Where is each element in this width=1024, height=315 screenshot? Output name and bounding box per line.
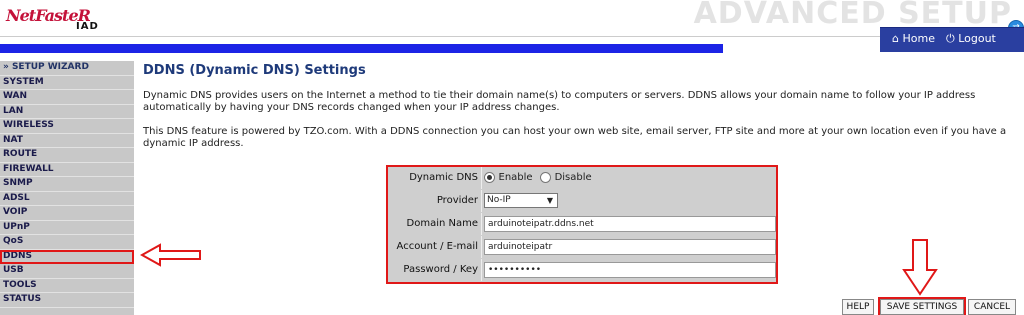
enable-radio[interactable] [484, 171, 495, 183]
provider-select-value: No-IP [487, 195, 511, 205]
logout-icon: ⏻ [946, 32, 955, 45]
enable-radio-label[interactable]: Enable [499, 172, 533, 183]
row-separator [481, 167, 482, 189]
sidebar-item-wan[interactable]: WAN [0, 90, 134, 105]
top-nav: ⌂ Home ⏻ Logout [880, 27, 1024, 52]
account-email-label: Account / E-mail [396, 241, 478, 252]
help-button[interactable]: HELP [842, 299, 874, 315]
provider-row: Provider No-IP ▼ [388, 190, 776, 212]
header-divider [0, 36, 1024, 37]
sidebar-item-voip[interactable]: VOIP [0, 206, 134, 221]
provider-select-box[interactable]: No-IP ▼ [484, 193, 558, 208]
page-title: DDNS (Dynamic DNS) Settings [143, 63, 366, 78]
domain-name-label: Domain Name [406, 218, 478, 229]
home-icon: ⌂ [892, 32, 899, 45]
disable-radio-label[interactable]: Disable [555, 172, 592, 183]
sidebar-item-snmp[interactable]: SNMP [0, 177, 134, 192]
sidebar-item-setup-wizard[interactable]: » SETUP WIZARD [0, 61, 134, 76]
sidebar-item-route[interactable]: ROUTE [0, 148, 134, 163]
domain-name-input[interactable]: arduinoteipatr.ddns.net [484, 216, 776, 232]
sidebar-item-nat[interactable]: NAT [0, 134, 134, 148]
dynamic-dns-radios: Enable Disable [484, 170, 596, 183]
dynamic-dns-row: Dynamic DNS Enable Disable [388, 167, 776, 189]
account-email-input[interactable]: arduinoteipatr [484, 239, 776, 255]
sidebar-item-upnp[interactable]: UPnP [0, 221, 134, 235]
ddns-settings-form: Dynamic DNS Enable Disable Provider No-I… [386, 165, 778, 284]
row-separator [481, 213, 482, 235]
sidebar-item-qos[interactable]: QoS [0, 235, 134, 250]
sidebar-item-wireless[interactable]: WIRELESS [0, 119, 134, 134]
netfaster-logo: NetFasteR IAD [6, 6, 134, 32]
home-link[interactable]: ⌂ Home [892, 32, 935, 45]
sidebar: » SETUP WIZARD SYSTEM WAN LAN WIRELESS N… [0, 61, 134, 315]
sidebar-item-ddns[interactable]: DDNS [0, 249, 134, 264]
tzo-description: This DNS feature is powered by TZO.com. … [143, 126, 1007, 149]
dynamic-dns-label: Dynamic DNS [409, 172, 478, 183]
cancel-button[interactable]: CANCEL [968, 299, 1016, 315]
logo-sub-text: IAD [76, 21, 99, 32]
password-row: Password / Key •••••••••• [388, 259, 776, 281]
logout-link-label: Logout [958, 32, 996, 45]
account-row: Account / E-mail arduinoteipatr [388, 236, 776, 258]
sidebar-item-tools[interactable]: TOOLS [0, 279, 134, 293]
sidebar-item-system[interactable]: SYSTEM [0, 76, 134, 90]
domain-row: Domain Name arduinoteipatr.ddns.net [388, 213, 776, 235]
password-key-label: Password / Key [403, 264, 478, 275]
sidebar-item-firewall[interactable]: FIREWALL [0, 163, 134, 177]
password-key-wrap: •••••••••• [484, 262, 776, 278]
sidebar-item-status[interactable]: STATUS [0, 293, 134, 308]
sidebar-item-adsl[interactable]: ADSL [0, 192, 134, 206]
logout-link[interactable]: ⏻ Logout [946, 32, 996, 46]
account-email-wrap: arduinoteipatr [484, 239, 776, 255]
annotation-arrow-left-icon [140, 243, 201, 267]
home-link-label: Home [902, 32, 935, 45]
sidebar-item-usb[interactable]: USB [0, 264, 134, 279]
annotation-arrow-down-icon [902, 239, 938, 296]
provider-select[interactable]: No-IP ▼ [484, 193, 558, 208]
header-blue-bar [0, 44, 723, 53]
domain-name-wrap: arduinoteipatr.ddns.net [484, 216, 776, 232]
password-key-input[interactable]: •••••••••• [484, 262, 776, 278]
provider-label: Provider [436, 195, 478, 206]
chevron-down-icon: ▼ [546, 196, 553, 205]
row-separator [481, 259, 482, 281]
ddns-description: Dynamic DNS provides users on the Intern… [143, 90, 976, 113]
save-settings-button[interactable]: SAVE SETTINGS [878, 297, 966, 315]
sidebar-item-lan[interactable]: LAN [0, 105, 134, 119]
disable-radio[interactable] [540, 171, 552, 183]
row-separator [481, 236, 482, 258]
row-separator [481, 190, 482, 212]
